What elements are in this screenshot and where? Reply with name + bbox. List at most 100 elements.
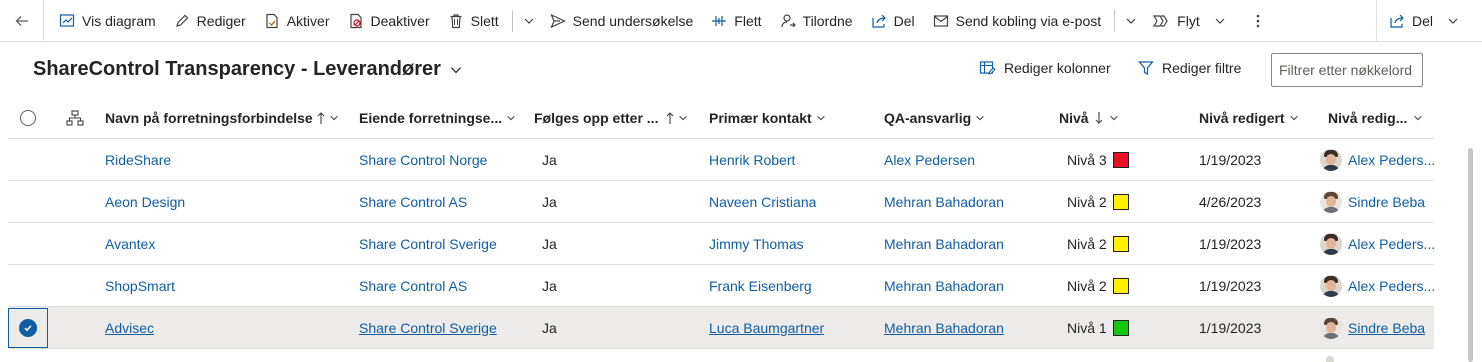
email-link-icon (933, 14, 948, 27)
table-row[interactable]: Aeon Design Share Control AS Ja Naveen C… (8, 181, 1434, 223)
row-owner-link[interactable]: Share Control Sverige (359, 320, 497, 336)
column-header-level-edited-by-label: Nivå redig... (1328, 110, 1408, 126)
row-name-link[interactable]: RideShare (105, 152, 171, 168)
sort-ascending-icon (667, 112, 674, 124)
flow-button[interactable]: Flyt (1143, 0, 1242, 42)
table-row[interactable]: ShopSmart Share Control AS Ja Frank Eise… (8, 265, 1435, 307)
column-header-qa[interactable]: QA-ansvarlig (884, 98, 985, 138)
view-selector[interactable]: ShareControl Transparency - Leverandører (33, 58, 463, 81)
show-chart-button[interactable]: Vis diagram (50, 0, 165, 42)
column-header-level-edited[interactable]: Nivå redigert (1199, 98, 1299, 138)
row-edited-by-link[interactable]: Alex Peders... (1348, 278, 1435, 294)
row-edited-by-link[interactable]: Sindre Beba (1348, 194, 1425, 210)
row-owner-link[interactable]: Share Control Norge (359, 152, 487, 168)
chevron-down-icon (1448, 18, 1458, 24)
level-color-swatch (1112, 193, 1129, 210)
row-level-value: Nivå 2 (1067, 193, 1107, 210)
more-email-options-button[interactable] (1119, 0, 1143, 42)
column-header-owner-label: Eiende forretningse... (359, 110, 503, 126)
avatar (1320, 274, 1342, 297)
keyword-filter-input[interactable] (1271, 53, 1423, 87)
edit-filters-label: Rediger filtre (1162, 60, 1242, 76)
row-owner-link[interactable]: Share Control AS (359, 278, 467, 294)
row-level-value: Nivå 2 (1067, 235, 1107, 252)
right-command-group: Del (1376, 0, 1478, 42)
column-header-name[interactable]: Navn på forretningsforbindelse (105, 98, 339, 138)
row-name-link[interactable]: Avantex (105, 236, 155, 252)
row-contact-link[interactable]: Naveen Cristiana (709, 194, 816, 210)
chevron-down-icon (816, 115, 825, 121)
row-contact-link[interactable]: Jimmy Thomas (709, 236, 804, 252)
back-button[interactable] (0, 0, 44, 42)
row-qa-link[interactable]: Mehran Bahadoran (884, 236, 1004, 252)
page-title: ShareControl Transparency - Leverandører (33, 58, 441, 80)
delete-button[interactable]: Slett (439, 0, 508, 42)
assign-label: Tilordne (802, 12, 853, 29)
column-header-level[interactable]: Nivå (1059, 98, 1119, 138)
share-icon (871, 14, 886, 28)
column-header-level-edited-by[interactable]: Nivå redig... (1328, 98, 1423, 138)
sort-descending-icon (1095, 112, 1102, 124)
column-header-contact[interactable]: Primær kontakt (709, 98, 826, 138)
row-qa-link[interactable]: Mehran Bahadoran (884, 320, 1004, 336)
share-view-button[interactable]: Del (1377, 0, 1478, 42)
row-level-edited-value: 1/19/2023 (1199, 151, 1262, 168)
select-all-radio[interactable] (20, 98, 36, 138)
row-contact-link[interactable]: Luca Baumgartner (709, 320, 824, 336)
row-qa-link[interactable]: Alex Pedersen (884, 152, 975, 168)
edit-button[interactable]: Rediger (165, 0, 255, 42)
edit-filters-button[interactable]: Rediger filtre (1138, 60, 1241, 76)
row-level-edited-value: 4/26/2023 (1199, 193, 1262, 210)
row-edited-by-link[interactable]: Alex Peders... (1348, 236, 1435, 252)
row-qa-link[interactable]: Mehran Bahadoran (884, 194, 1004, 210)
chevron-down-icon (1414, 115, 1423, 121)
email-link-button[interactable]: Send kobling via e-post (924, 0, 1111, 42)
row-owner-link[interactable]: Share Control Sverige (359, 236, 497, 252)
share-button[interactable]: Del (862, 0, 924, 42)
chevron-down-icon (679, 115, 688, 121)
row-qa-link[interactable]: Mehran Bahadoran (884, 278, 1004, 294)
table-row-selected[interactable]: Advisec Share Control Sverige Ja Luca Ba… (8, 307, 1434, 349)
more-delete-options-button[interactable] (517, 0, 541, 42)
vertical-scrollbar[interactable] (1468, 148, 1473, 362)
level-color-swatch (1112, 151, 1129, 168)
send-survey-button[interactable]: Send undersøkelse (541, 0, 703, 42)
divider (1114, 9, 1116, 32)
grid-header-row: Navn på forretningsforbindelse Eiende fo… (8, 98, 1434, 139)
deactivate-icon (349, 13, 362, 28)
row-name-link[interactable]: Aeon Design (105, 194, 185, 210)
edit-columns-icon (979, 61, 996, 75)
deactivate-button[interactable]: Deaktiver (339, 0, 439, 42)
chevron-down-icon (450, 66, 462, 73)
hierarchy-icon[interactable] (62, 98, 84, 138)
level-color-swatch (1112, 235, 1129, 252)
column-header-owner[interactable]: Eiende forretningse... (359, 98, 516, 138)
merge-button[interactable]: Flett (702, 0, 770, 42)
row-edited-by-link[interactable]: Alex Peders... (1348, 152, 1435, 168)
row-edited-by-link[interactable]: Sindre Beba (1348, 320, 1425, 336)
column-header-level-edited-label: Nivå redigert (1199, 110, 1285, 126)
row-name-link[interactable]: Advisec (105, 320, 154, 336)
row-contact-link[interactable]: Henrik Robert (709, 152, 795, 168)
merge-label: Flett (734, 12, 762, 29)
activate-button[interactable]: Aktiver (255, 0, 339, 42)
share-view-label: Del (1412, 13, 1434, 29)
chevron-down-icon (524, 18, 534, 24)
row-contact-link[interactable]: Frank Eisenberg (709, 278, 812, 294)
edit-columns-button[interactable]: Rediger kolonner (979, 60, 1111, 76)
row-owner-link[interactable]: Share Control AS (359, 194, 467, 210)
share-icon (1390, 14, 1404, 28)
column-header-qa-label: QA-ansvarlig (884, 110, 972, 126)
row-select-checkbox[interactable] (8, 307, 48, 348)
chevron-down-icon (329, 115, 338, 121)
edit-label: Rediger (196, 12, 246, 29)
table-row[interactable]: RideShare Share Control Norge Ja Henrik … (8, 139, 1435, 181)
pencil-icon (175, 14, 189, 27)
row-name-link[interactable]: ShopSmart (105, 278, 175, 294)
chevron-down-icon (1126, 18, 1136, 24)
more-commands-button[interactable] (1242, 0, 1281, 42)
column-header-followed[interactable]: Følges opp etter ... (534, 98, 688, 138)
table-row[interactable]: Avantex Share Control Sverige Ja Jimmy T… (8, 223, 1435, 265)
column-header-level-label: Nivå (1059, 110, 1089, 126)
assign-button[interactable]: Tilordne (771, 0, 862, 42)
